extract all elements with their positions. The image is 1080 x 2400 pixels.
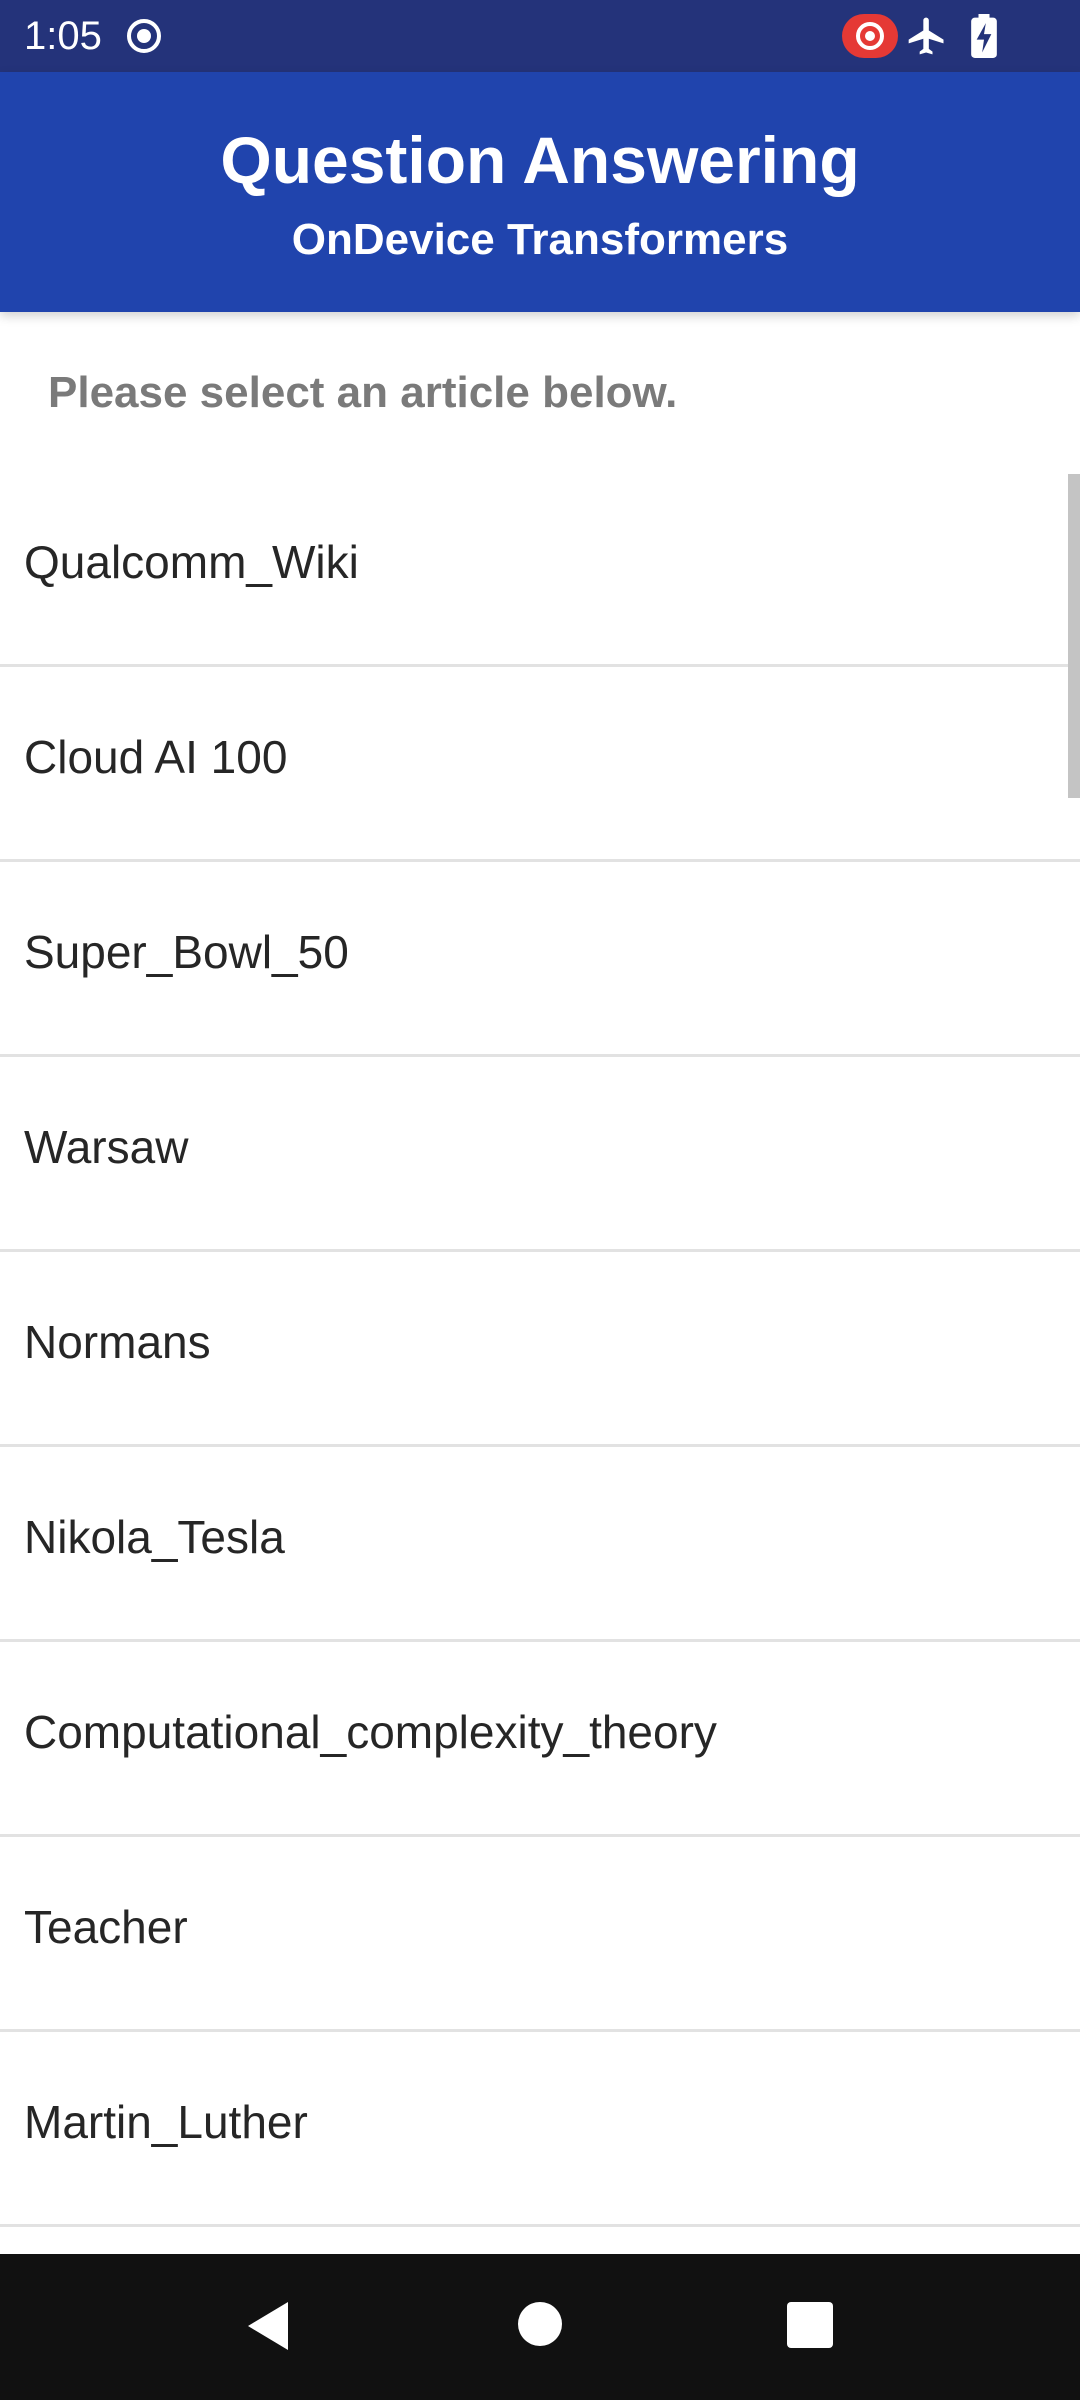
list-item-label: Normans [24,1316,211,1368]
list-item-nikola-tesla[interactable]: Nikola_Tesla [0,1447,1080,1642]
back-icon[interactable] [242,2298,292,2354]
recording-indicator-icon [842,14,898,58]
list-item-label: Super_Bowl_50 [24,926,349,978]
list-item-label: Computational_complexity_theory [24,1706,717,1758]
recents-icon[interactable] [787,2302,833,2348]
list-item-qualcomm-wiki[interactable]: Qualcomm_Wiki [0,472,1080,667]
list-item-partial[interactable] [0,2227,1080,2254]
list-item-label: Martin_Luther [24,2096,308,2148]
list-item-label: Teacher [24,1901,188,1953]
airplane-mode-icon [908,17,944,55]
list-item-super-bowl-50[interactable]: Super_Bowl_50 [0,862,1080,1057]
navigation-bar [0,2254,1080,2400]
list-item-label: Nikola_Tesla [24,1511,285,1563]
list-item-warsaw[interactable]: Warsaw [0,1057,1080,1252]
article-list[interactable]: Qualcomm_Wiki Cloud AI 100 Super_Bowl_50… [0,472,1080,2254]
list-scrollbar[interactable] [1068,474,1080,798]
screen-record-icon [127,19,161,53]
list-item-normans[interactable]: Normans [0,1252,1080,1447]
status-time: 1:05 [24,14,102,58]
instruction-text: Please select an article below. [48,368,678,417]
status-bar: 1:05 [0,0,1080,72]
list-item-martin-luther[interactable]: Martin_Luther [0,2032,1080,2227]
list-item-teacher[interactable]: Teacher [0,1837,1080,2032]
list-item-cloud-ai-100[interactable]: Cloud AI 100 [0,667,1080,862]
list-item-label: Cloud AI 100 [24,731,288,783]
list-item-label: Warsaw [24,1121,189,1173]
app-title: Question Answering [220,123,860,197]
screen: 1:05 Question Answering OnDevice Transfo… [0,0,1080,2400]
home-icon[interactable] [518,2302,562,2346]
app-subtitle: OnDevice Transformers [291,215,789,264]
list-item-computational-complexity-theory[interactable]: Computational_complexity_theory [0,1642,1080,1837]
app-bar: Question Answering OnDevice Transformers [0,72,1080,312]
list-item-label: Qualcomm_Wiki [24,536,359,588]
battery-charging-icon [971,14,997,58]
